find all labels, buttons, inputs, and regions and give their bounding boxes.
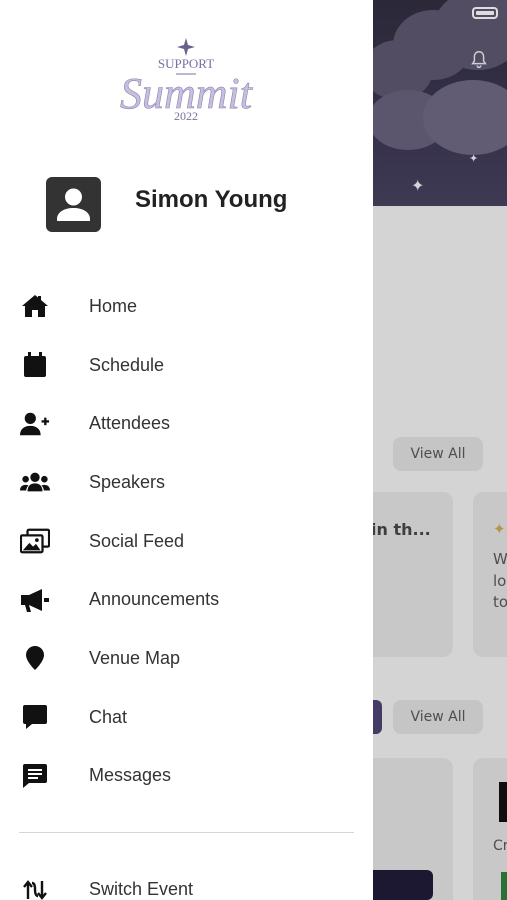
menu-item-attendees[interactable]: Attendees xyxy=(0,394,373,453)
menu-item-speakers[interactable]: Speakers xyxy=(0,453,373,512)
megaphone-icon xyxy=(20,585,50,615)
photos-icon xyxy=(20,526,50,556)
drawer-divider xyxy=(19,832,354,833)
menu-item-schedule[interactable]: Schedule xyxy=(0,336,373,395)
menu-item-messages[interactable]: Messages xyxy=(0,747,373,806)
switch-icon xyxy=(20,875,50,900)
drawer-menu: Home Schedule Attendees Speakers Social … xyxy=(0,277,373,805)
user-avatar[interactable] xyxy=(46,177,101,232)
switch-event-button[interactable]: Switch Event xyxy=(0,870,373,900)
users-icon xyxy=(20,467,50,497)
drawer-overlay[interactable] xyxy=(373,0,507,900)
calendar-icon xyxy=(20,350,50,380)
chat-bubble-icon xyxy=(20,702,50,732)
svg-text:2022: 2022 xyxy=(174,109,198,123)
user-plus-icon xyxy=(20,409,50,439)
message-icon xyxy=(20,761,50,791)
menu-item-social-feed[interactable]: Social Feed xyxy=(0,512,373,571)
background-app: ✦ ✦ View All in th... e ✦ W lo to View A… xyxy=(373,0,507,900)
navigation-drawer: SUPPORT Summit 2022 Simon Young Home Sch… xyxy=(0,0,373,900)
map-pin-icon xyxy=(20,643,50,673)
menu-item-venue-map[interactable]: Venue Map xyxy=(0,629,373,688)
menu-item-announcements[interactable]: Announcements xyxy=(0,570,373,629)
menu-item-home[interactable]: Home xyxy=(0,277,373,336)
menu-item-chat[interactable]: Chat xyxy=(0,688,373,747)
user-name: Simon Young xyxy=(135,186,288,213)
home-icon xyxy=(20,291,50,321)
event-logo: SUPPORT Summit 2022 xyxy=(100,34,270,126)
user-icon xyxy=(57,188,90,221)
